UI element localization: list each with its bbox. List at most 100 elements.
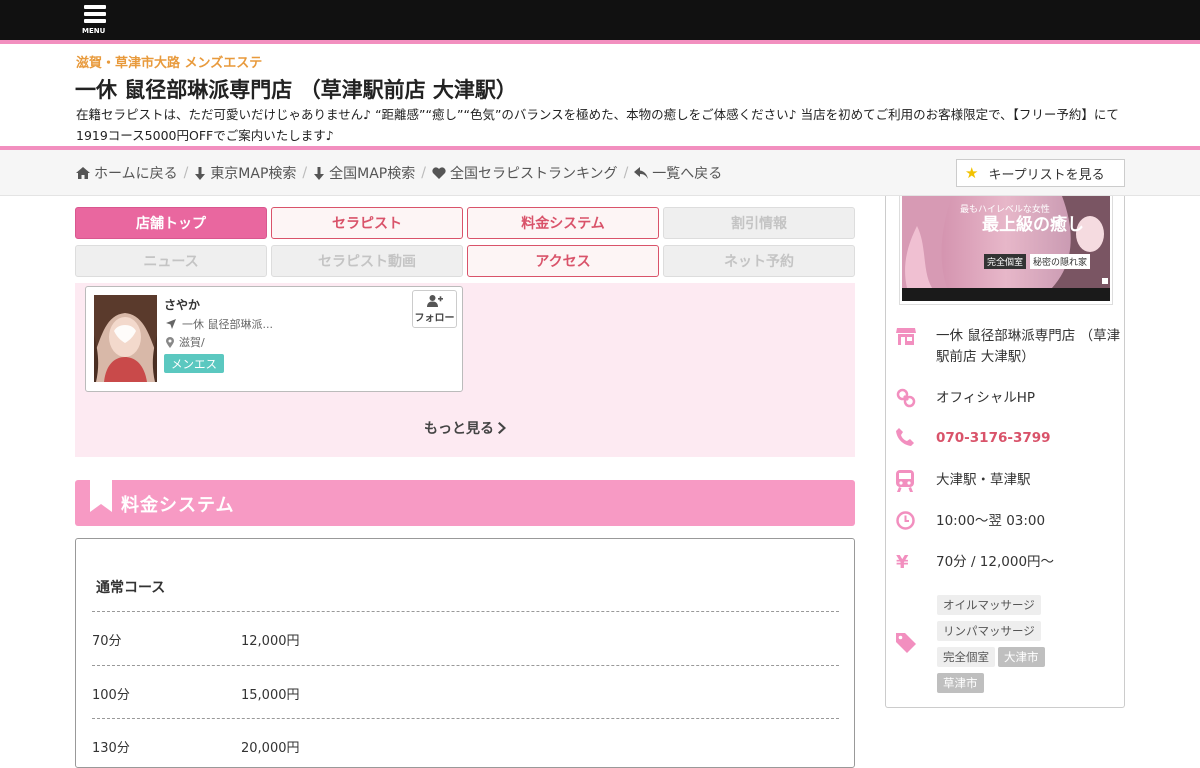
info-shop-name: 一休 鼠径部琳派専門店 （草津駅前店 大津駅） [896, 326, 1121, 368]
hamburger-icon [84, 5, 106, 9]
banner-sub2: 秘密の隠れ家 [1030, 254, 1091, 269]
tag-icon [896, 633, 916, 653]
shop-description: 在籍セラピストは、ただ可愛いだけじゃありません♪ “距離感”“癒し”“色気”のバ… [76, 107, 1119, 143]
breadcrumb-separator: / [302, 165, 308, 181]
menu-button[interactable]: MENU [82, 5, 106, 37]
tag-oil-massage[interactable]: オイルマッサージ [937, 595, 1041, 615]
bookmark-icon [90, 480, 112, 512]
course-price: 20,000円 [241, 741, 300, 756]
course-price: 15,000円 [241, 688, 300, 703]
therapist-area-name: 滋賀/ [179, 336, 205, 349]
tag-kusatsu-city[interactable]: 草津市 [937, 673, 984, 693]
breadcrumb-separator: / [421, 165, 426, 181]
tab-news: ニュース [75, 245, 267, 277]
top-bar: MENU [0, 0, 1200, 40]
course-title: 通常コース [96, 580, 166, 596]
page-title: 一休 鼠径部琳派専門店 （草津駅前店 大津駅） [75, 78, 517, 102]
star-icon: ★ [965, 164, 979, 182]
banner-image: 最もハイレベルな女性 最上級の癒し 完全個室 秘密の隠れ家 [902, 196, 1110, 301]
yen-icon: ¥ [896, 552, 909, 573]
home-icon [76, 167, 90, 179]
tab-therapist[interactable]: セラピスト [271, 207, 463, 239]
course-duration: 130分 [92, 741, 130, 756]
banner-sub1: 完全個室 [984, 254, 1027, 269]
map-marker-icon [166, 336, 174, 348]
shop-name: 一休 鼠径部琳派専門店 （草津駅前店 大津駅） [936, 328, 1121, 365]
tag-lymph-massage[interactable]: リンパマッサージ [937, 621, 1041, 641]
tab-access[interactable]: アクセス [467, 245, 659, 277]
train-icon [896, 470, 914, 492]
info-tel[interactable]: 070-3176-3799 [896, 428, 1121, 449]
course-price: 12,000円 [241, 634, 300, 649]
phone-icon [896, 428, 914, 446]
breadcrumb-label: 全国MAP検索 [329, 166, 416, 182]
hamburger-icon [84, 19, 106, 23]
info-official-hp[interactable]: オフィシャルHP [896, 388, 1121, 409]
breadcrumb-separator: / [183, 165, 189, 181]
price-section-title: 料金システム [121, 495, 235, 516]
link-icon [896, 388, 916, 408]
arrow-down-icon [314, 166, 325, 180]
heart-icon [432, 167, 446, 179]
tab-price-system[interactable]: 料金システム [467, 207, 659, 239]
breadcrumb-national-map[interactable]: 全国MAP検索 [313, 163, 415, 183]
reply-icon [634, 167, 649, 179]
tel-number[interactable]: 070-3176-3799 [936, 428, 1051, 449]
breadcrumb-label: 全国セラピストランキング [449, 166, 618, 182]
info-price: ¥ 70分 / 12,000円～ [896, 552, 1121, 573]
header-divider [0, 40, 1200, 44]
keep-list-label: キープリストを見る [988, 167, 1105, 183]
hamburger-icon [84, 12, 106, 16]
therapist-card[interactable]: さやか 一休 鼠径部琳派... 滋賀/ メンエス フォロー [85, 286, 463, 392]
banner-headline: 最上級の癒し [982, 215, 1084, 235]
chevron-right-icon [498, 422, 506, 434]
therapist-shop: 一休 鼠径部琳派... [166, 316, 273, 332]
official-hp-link[interactable]: オフィシャルHP [936, 388, 1035, 409]
business-hours: 10:00～翌 03:00 [936, 513, 1046, 529]
course-duration: 70分 [92, 634, 122, 649]
follow-button[interactable]: フォロー [412, 290, 457, 328]
arrow-down-icon [195, 166, 206, 180]
price-summary: 70分 / 12,000円～ [936, 554, 1055, 570]
breadcrumb-label: ホームに戻る [94, 166, 178, 182]
tag-list: オイルマッサージ リンパマッサージ 完全個室 大津市 草津市 [937, 594, 1117, 698]
clock-icon [896, 511, 915, 530]
divider [92, 718, 839, 719]
store-icon [896, 328, 916, 345]
tab-shop-top[interactable]: 店舗トップ [75, 207, 267, 239]
menu-label: MENU [82, 27, 106, 35]
category-badge: メンエス [164, 354, 224, 373]
therapist-photo[interactable] [94, 295, 157, 382]
more-label: もっと見る [424, 421, 494, 437]
tab-therapist-video: セラピスト動画 [271, 245, 463, 277]
therapist-area: 滋賀/ [166, 334, 205, 350]
breadcrumb-tokyo-map[interactable]: 東京MAP検索 [194, 163, 296, 183]
tag-private-room[interactable]: 完全個室 [937, 647, 995, 667]
price-table: 通常コース 70分 12,000円 100分 15,000円 130分 20,0… [75, 538, 855, 768]
shop-banner[interactable]: 最もハイレベルな女性 最上級の癒し 完全個室 秘密の隠れ家 [899, 196, 1113, 305]
course-duration: 100分 [92, 688, 130, 703]
breadcrumb-label: 一覧へ戻る [652, 166, 723, 182]
divider [92, 665, 839, 666]
follow-label: フォロー [414, 312, 455, 324]
info-hours: 10:00～翌 03:00 [896, 511, 1121, 532]
shop-info-sidebar: 最もハイレベルな女性 最上級の癒し 完全個室 秘密の隠れ家 一休 鼠径部琳派専門… [885, 196, 1125, 708]
tab-net-reservation: ネット予約 [663, 245, 855, 277]
tag-otsu-city[interactable]: 大津市 [998, 647, 1045, 667]
therapist-name[interactable]: さやか [164, 296, 200, 313]
divider [92, 611, 839, 612]
breadcrumb-ranking[interactable]: 全国セラピストランキング [432, 163, 618, 183]
therapist-shop-name: 一休 鼠径部琳派... [182, 318, 273, 331]
area-label[interactable]: 滋賀・草津市大路 メンズエステ [76, 52, 262, 71]
station: 大津駅・草津駅 [936, 472, 1031, 488]
breadcrumb-separator: / [623, 165, 629, 181]
user-plus-icon [426, 294, 443, 307]
info-station: 大津駅・草津駅 [896, 470, 1121, 492]
more-link[interactable]: もっと見る [424, 418, 507, 438]
price-section-header: 料金システム [75, 480, 855, 526]
breadcrumb-home[interactable]: ホームに戻る [76, 163, 178, 183]
breadcrumb-back[interactable]: 一覧へ戻る [634, 163, 722, 183]
keep-list-button[interactable]: ★ キープリストを見る [956, 159, 1125, 187]
tab-discount: 割引情報 [663, 207, 855, 239]
breadcrumb: ホームに戻る / 東京MAP検索 / 全国MAP検索 / 全国セラピストランキン… [76, 163, 722, 183]
